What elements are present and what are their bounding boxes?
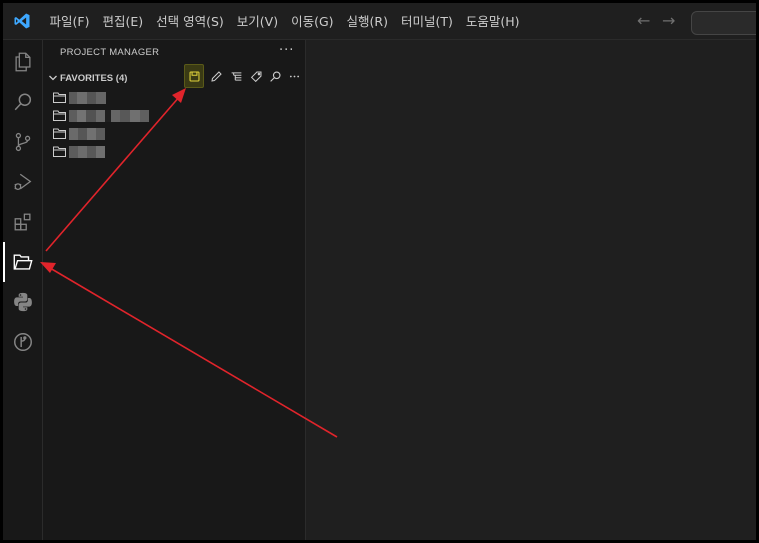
run-debug-icon[interactable] <box>3 162 43 202</box>
folder-icon <box>53 92 66 103</box>
redacted-label <box>69 128 105 140</box>
redacted-label <box>69 92 106 104</box>
favorites-section-title: FAVORITES (4) <box>60 73 127 84</box>
sidebar-title: PROJECT MANAGER <box>60 47 160 58</box>
vscode-window: 파일(F) 편집(E) 선택 영역(S) 보기(V) 이동(G) 실행(R) 터… <box>0 0 759 543</box>
extensions-icon[interactable] <box>3 202 43 242</box>
tag-icon[interactable] <box>246 64 266 88</box>
folder-icon <box>53 128 66 139</box>
menu-edit[interactable]: 편집(E) <box>96 3 150 40</box>
search-icon[interactable] <box>3 82 43 122</box>
menu-selection[interactable]: 선택 영역(S) <box>150 3 231 40</box>
favorites-count: (4) <box>115 73 128 84</box>
project-manager-sidebar: PROJECT MANAGER ··· FAVORITES (4) <box>43 40 306 540</box>
activity-bar <box>3 40 43 540</box>
chevron-down-icon <box>49 75 57 81</box>
menu-go[interactable]: 이동(G) <box>285 3 340 40</box>
folder-icon <box>53 110 66 121</box>
sidebar-more-icon[interactable]: ··· <box>279 43 294 58</box>
folder-icon <box>53 146 66 157</box>
redacted-label <box>69 110 149 122</box>
redacted-label <box>69 146 105 158</box>
menu-help[interactable]: 도움말(H) <box>459 3 526 40</box>
explorer-icon[interactable] <box>3 42 43 82</box>
menu-terminal[interactable]: 터미널(T) <box>395 3 460 40</box>
menu-file[interactable]: 파일(F) <box>43 3 96 40</box>
back-arrow-icon[interactable]: ← <box>637 13 650 29</box>
list-item[interactable] <box>53 125 293 143</box>
gitlens-icon[interactable] <box>3 322 43 362</box>
menu-run[interactable]: 실행(R) <box>340 3 394 40</box>
edit-projects-icon[interactable] <box>206 64 226 88</box>
vscode-logo-icon <box>14 13 30 29</box>
command-center[interactable] <box>691 11 756 35</box>
forward-arrow-icon[interactable]: → <box>662 13 675 29</box>
project-manager-icon[interactable] <box>3 242 43 282</box>
title-bar: 파일(F) 편집(E) 선택 영역(S) 보기(V) 이동(G) 실행(R) 터… <box>3 3 756 40</box>
search-projects-icon[interactable] <box>265 64 285 88</box>
save-project-icon[interactable] <box>184 64 204 88</box>
list-item[interactable] <box>53 143 293 161</box>
filter-icon[interactable] <box>226 64 246 88</box>
editor-area <box>306 40 756 540</box>
python-icon[interactable] <box>3 282 43 322</box>
source-control-icon[interactable] <box>3 122 43 162</box>
menu-view[interactable]: 보기(V) <box>230 3 284 40</box>
list-item[interactable] <box>53 107 293 125</box>
favorites-title: FAVORITES <box>60 73 114 84</box>
list-item[interactable] <box>53 89 293 107</box>
more-actions-icon[interactable] <box>284 64 304 88</box>
menu-bar: 파일(F) 편집(E) 선택 영역(S) 보기(V) 이동(G) 실행(R) 터… <box>43 3 526 40</box>
